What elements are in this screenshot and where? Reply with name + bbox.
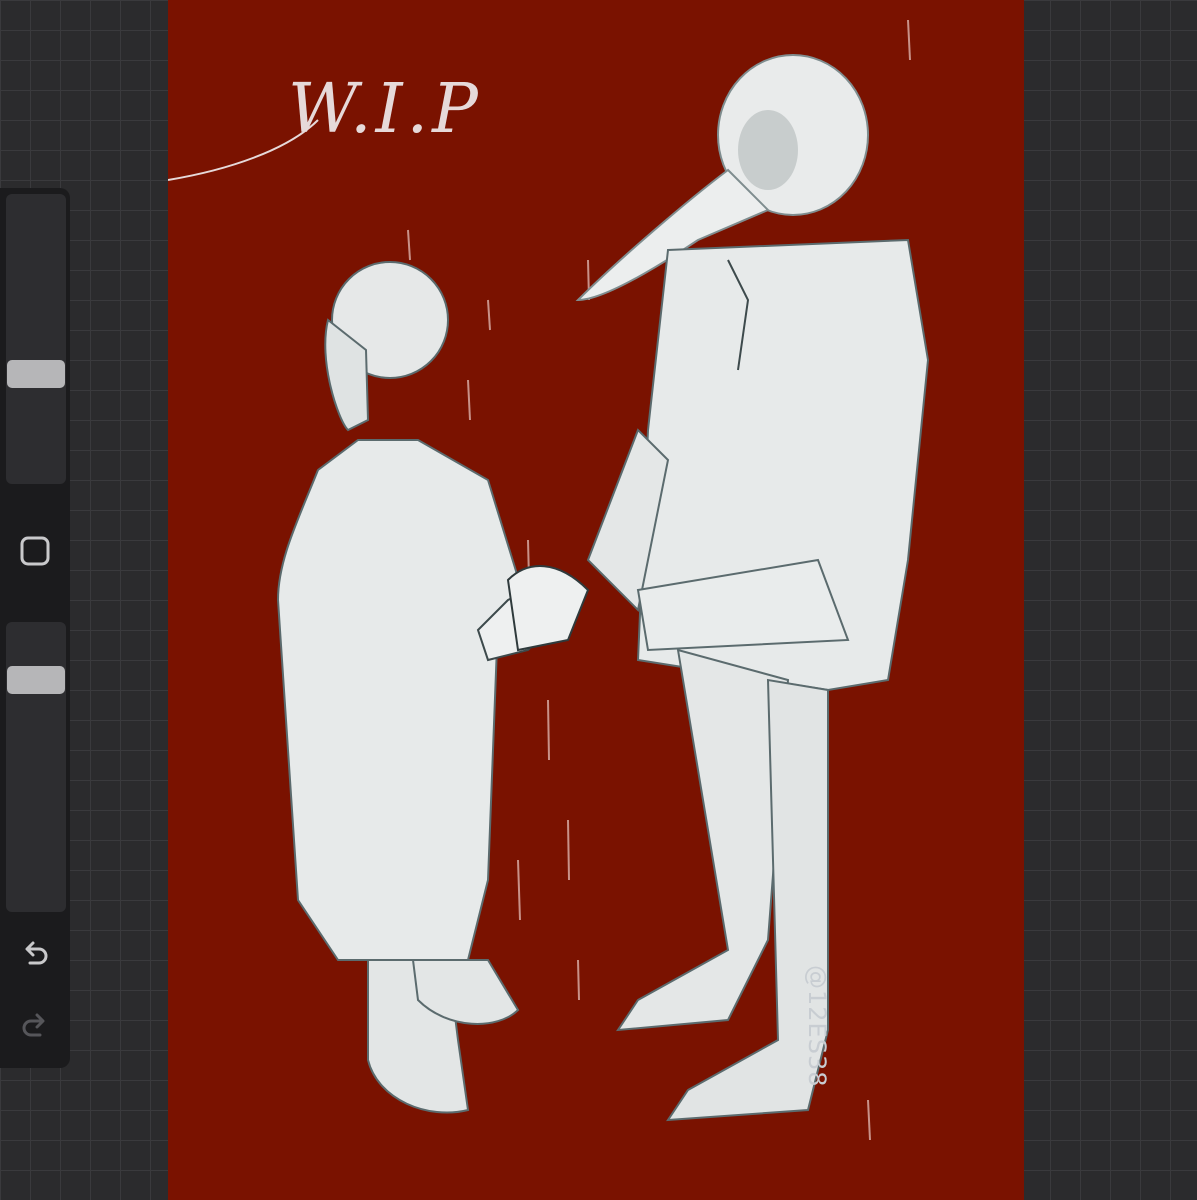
- undo-icon: [25, 941, 48, 965]
- brush-size-slider-thumb[interactable]: [7, 360, 65, 388]
- artist-signature: @12ES38: [803, 965, 831, 1088]
- clasped-hands: [506, 565, 590, 652]
- wip-text: W.I.P: [288, 70, 482, 149]
- opacity-slider-thumb[interactable]: [7, 666, 65, 694]
- artwork: [168, 19, 930, 1141]
- brush-size-slider[interactable]: [6, 194, 66, 484]
- square-icon: [20, 536, 50, 566]
- side-toolbar: [0, 188, 70, 1068]
- modify-button[interactable]: [12, 528, 58, 574]
- robed-figure: [276, 261, 570, 1114]
- undo-button[interactable]: [12, 930, 58, 976]
- drawing-canvas[interactable]: W.I.P @12ES38: [168, 0, 1024, 1200]
- beaked-suit-figure: [575, 54, 930, 1122]
- opacity-slider[interactable]: [6, 622, 66, 912]
- redo-icon: [22, 1013, 45, 1037]
- redo-button[interactable]: [12, 1002, 58, 1048]
